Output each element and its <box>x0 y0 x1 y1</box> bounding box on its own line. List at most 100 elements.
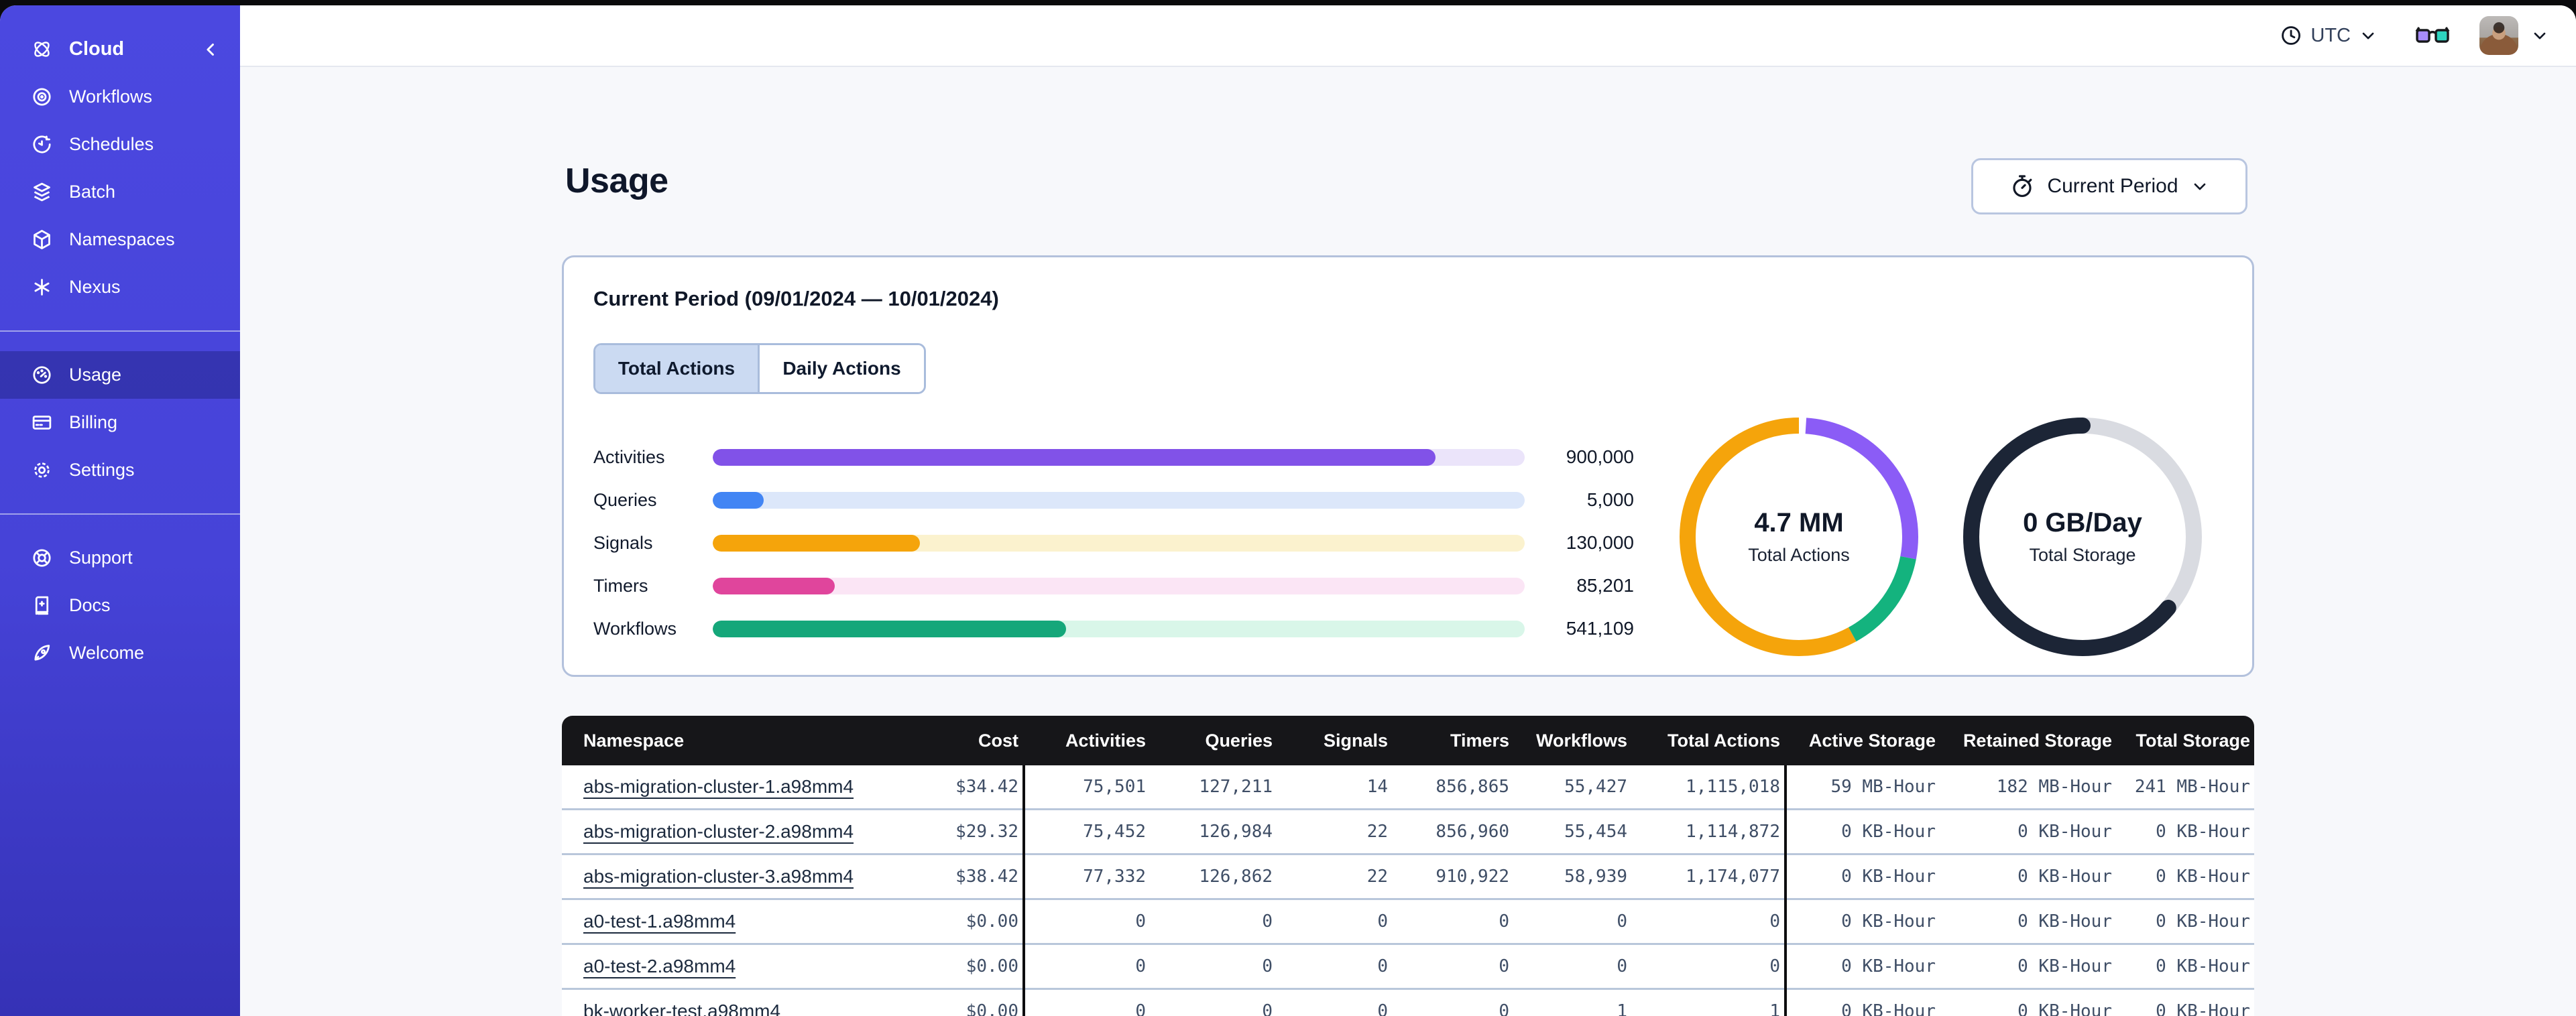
cell-signals: 22 <box>1277 854 1392 900</box>
bar-fill <box>713 491 764 509</box>
cell-signals: 0 <box>1277 944 1392 990</box>
sidebar-item-welcome[interactable]: Welcome <box>0 629 240 677</box>
cell-workflows: 55,454 <box>1513 809 1631 855</box>
sidebar-item-docs[interactable]: Docs <box>0 582 240 629</box>
cell-signals: 0 <box>1277 899 1392 945</box>
cell-retained-storage: 0 KB-Hour <box>1940 854 2116 900</box>
donut-label: Total Actions <box>1748 545 1850 565</box>
cell-queries: 126,862 <box>1150 854 1277 900</box>
sidebar-item-label: Docs <box>69 595 111 615</box>
sidebar-item-label: Support <box>69 548 133 568</box>
bar-value: 130,000 <box>1566 532 1634 553</box>
appearance-glasses-icon[interactable] <box>2415 25 2450 46</box>
cell-total-actions: 1,115,018 <box>1631 765 1787 810</box>
namespace-link[interactable]: abs-migration-cluster-3.a98mm4 <box>583 866 854 887</box>
usage-icon <box>33 366 51 384</box>
timezone-label: UTC <box>2310 24 2351 46</box>
period-selector-button[interactable]: Current Period <box>1971 158 2247 214</box>
cell-active-storage: 0 KB-Hour <box>1785 854 1940 900</box>
sidebar-item-label: Workflows <box>69 86 153 107</box>
sidebar-brand[interactable]: Cloud <box>0 25 240 73</box>
bar-row-timers: Timers 85,201 <box>593 564 1634 607</box>
sidebar-item-label: Settings <box>69 460 135 480</box>
app-window: Cloud Workflows Schedules Batch Namespac… <box>0 5 2576 1016</box>
cell-retained-storage: 0 KB-Hour <box>1940 899 2116 945</box>
table-header-row: Namespace Cost Activities Queries Signal… <box>562 716 2254 765</box>
cell-signals: 0 <box>1277 989 1392 1016</box>
chevron-down-icon <box>2362 32 2374 40</box>
account-menu-chevron-icon[interactable] <box>2530 26 2549 45</box>
bar-fill <box>713 620 1066 637</box>
bar-fill <box>713 577 835 594</box>
chevron-down-icon <box>2194 183 2205 190</box>
sidebar-item-namespaces[interactable]: Namespaces <box>0 216 240 263</box>
cell-workflows: 58,939 <box>1513 854 1631 900</box>
page-title: Usage <box>565 162 668 200</box>
namespace-link[interactable]: a0-test-2.a98mm4 <box>583 956 736 976</box>
support-icon <box>33 549 51 567</box>
col-cost: Cost <box>937 716 1025 765</box>
namespace-link[interactable]: abs-migration-cluster-2.a98mm4 <box>583 821 854 842</box>
sidebar-item-billing[interactable]: Billing <box>0 399 240 446</box>
nexus-icon <box>34 279 50 296</box>
tab-daily-actions[interactable]: Daily Actions <box>760 345 924 392</box>
sidebar-collapse-icon[interactable] <box>201 40 221 60</box>
table-row: bk-worker-test.a98mm4 $0.00 0 0 0 0 1 1 … <box>562 989 2254 1016</box>
sidebar-item-label: Namespaces <box>69 229 175 249</box>
welcome-icon <box>34 645 50 661</box>
sidebar-item-settings[interactable]: Settings <box>0 446 240 494</box>
sidebar-item-usage[interactable]: Usage <box>0 351 240 399</box>
total-storage-donut: 0 GB/Day Total Storage <box>1963 418 2202 656</box>
namespace-link[interactable]: bk-worker-test.a98mm4 <box>583 1001 780 1016</box>
batch-icon <box>34 182 50 202</box>
bar-label: Timers <box>593 575 648 596</box>
bar-row-workflows: Workflows 541,109 <box>593 607 1634 650</box>
namespace-link[interactable]: a0-test-1.a98mm4 <box>583 911 736 932</box>
app-root: Cloud Workflows Schedules Batch Namespac… <box>0 0 2576 1016</box>
tab-total-actions[interactable]: Total Actions <box>595 345 760 392</box>
main-content: Usage Current Period Current Period (09/… <box>240 68 2576 1016</box>
cell-active-storage: 0 KB-Hour <box>1785 899 1940 945</box>
workflows-icon <box>33 88 51 106</box>
cell-cost: $0.00 <box>937 899 1025 945</box>
sidebar-item-nexus[interactable]: Nexus <box>0 263 240 311</box>
sidebar-item-label: Nexus <box>69 277 121 297</box>
cell-workflows: 1 <box>1513 989 1631 1016</box>
cell-timers: 0 <box>1392 899 1513 945</box>
cell-retained-storage: 0 KB-Hour <box>1940 809 2116 855</box>
cell-total-actions: 1,114,872 <box>1631 809 1787 855</box>
cell-active-storage: 59 MB-Hour <box>1785 765 1940 810</box>
sidebar-divider <box>0 330 240 332</box>
cell-total-actions: 0 <box>1631 944 1787 990</box>
cell-timers: 856,865 <box>1392 765 1513 810</box>
bar-track <box>713 448 1525 466</box>
cell-workflows: 0 <box>1513 944 1631 990</box>
settings-icon <box>34 462 50 478</box>
cell-workflows: 0 <box>1513 899 1631 945</box>
sidebar-item-support[interactable]: Support <box>0 534 240 582</box>
bar-fill <box>713 448 1436 466</box>
user-avatar[interactable] <box>2479 16 2518 55</box>
donut-value: 0 GB/Day <box>2023 508 2142 537</box>
billing-icon <box>32 416 52 430</box>
namespace-link[interactable]: abs-migration-cluster-1.a98mm4 <box>583 776 854 797</box>
sidebar-item-label: Schedules <box>69 134 154 154</box>
bar-track <box>713 620 1525 637</box>
col-activities: Activities <box>1024 716 1150 765</box>
bar-fill <box>713 534 920 552</box>
col-queries: Queries <box>1150 716 1277 765</box>
sidebar-item-schedules[interactable]: Schedules <box>0 121 240 168</box>
cell-active-storage: 0 KB-Hour <box>1785 989 1940 1016</box>
cell-total-storage: 0 KB-Hour <box>2116 989 2254 1016</box>
cell-cost: $0.00 <box>937 989 1025 1016</box>
cell-active-storage: 0 KB-Hour <box>1785 944 1940 990</box>
cell-cost: $29.32 <box>937 809 1025 855</box>
period-selector-label: Current Period <box>2047 175 2178 197</box>
bar-track <box>713 491 1525 509</box>
bar-value: 5,000 <box>1586 489 1634 510</box>
table-row: abs-migration-cluster-3.a98mm4 $38.42 77… <box>562 854 2254 900</box>
sidebar-item-batch[interactable]: Batch <box>0 168 240 216</box>
sidebar-item-workflows[interactable]: Workflows <box>0 73 240 121</box>
timezone-selector[interactable]: UTC <box>2280 24 2378 47</box>
cell-activities: 77,332 <box>1024 854 1150 900</box>
